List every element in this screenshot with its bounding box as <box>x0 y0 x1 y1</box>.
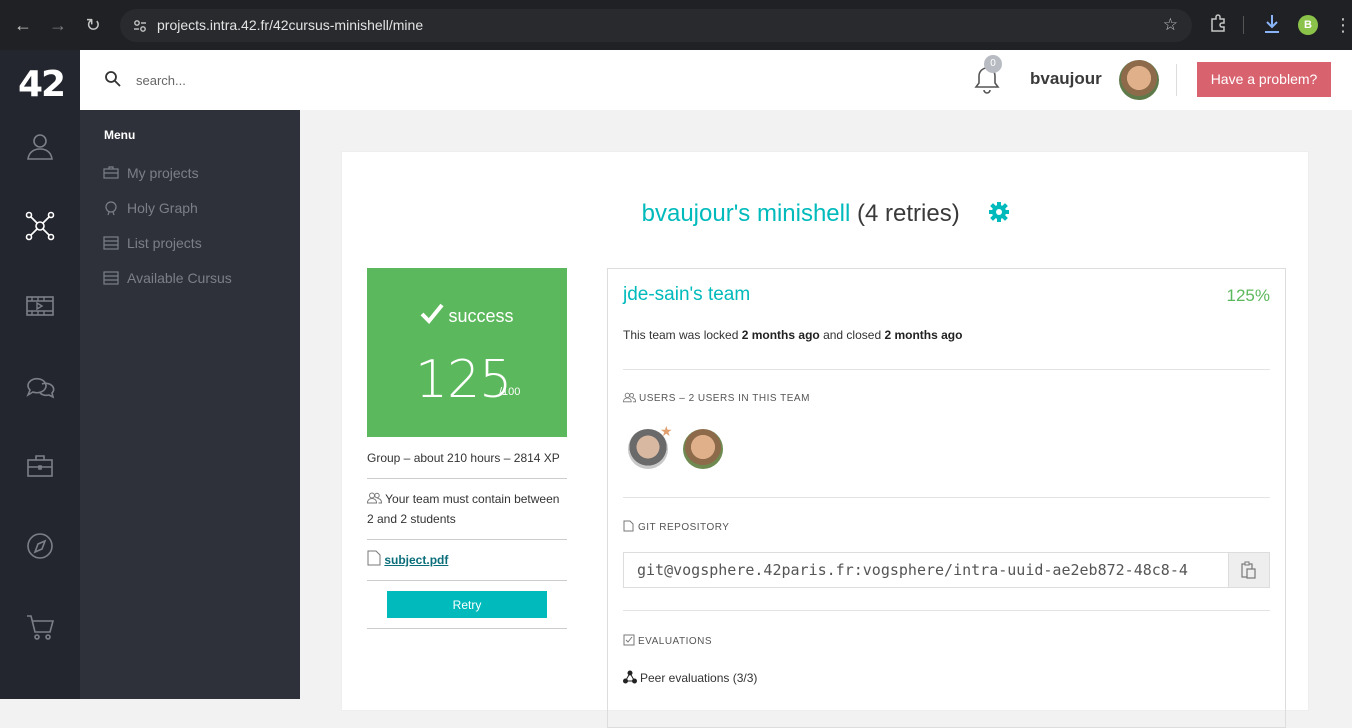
git-repository-url[interactable]: git@vogsphere.42paris.fr:vogsphere/intra… <box>624 553 1229 587</box>
briefcase-icon[interactable] <box>24 450 56 482</box>
team-member-avatar[interactable] <box>683 429 723 469</box>
team-percent: 125% <box>1226 286 1270 305</box>
notification-count-badge: 0 <box>984 55 1002 73</box>
checkbox-icon <box>623 634 635 646</box>
graph-icon <box>105 201 117 216</box>
max-mark: /100 <box>499 386 521 398</box>
chat-icon[interactable] <box>24 370 56 402</box>
search-input[interactable] <box>136 68 436 92</box>
menu-item-label: List projects <box>127 235 202 251</box>
briefcase-icon <box>103 166 119 179</box>
reload-icon[interactable]: ↻ <box>82 14 104 36</box>
leader-star-icon: ★ <box>660 423 673 439</box>
address-bar[interactable]: projects.intra.42.fr/42cursus-minishell/… <box>120 9 1192 42</box>
project-retries: (4 retries) <box>857 200 960 227</box>
download-icon[interactable] <box>1262 13 1282 35</box>
top-header: 0 bvaujour Have a problem? <box>80 50 1352 110</box>
divider <box>367 539 567 540</box>
forward-icon[interactable]: → <box>47 14 69 36</box>
menu-title: Menu <box>104 128 136 142</box>
browser-menu-icon[interactable]: ⋮ <box>1334 14 1352 36</box>
cart-icon[interactable] <box>24 610 56 642</box>
bookmark-star-icon[interactable]: ☆ <box>1163 15 1178 35</box>
team-status: This team was locked 2 months ago and cl… <box>623 328 963 342</box>
file-icon <box>367 550 381 566</box>
final-mark: 125 <box>415 350 512 410</box>
menu-item-label: My projects <box>127 165 199 181</box>
users-icon <box>622 392 637 403</box>
divider <box>367 580 567 581</box>
subject-row: subject.pdf <box>367 550 567 570</box>
video-icon[interactable] <box>24 290 56 322</box>
extensions-icon[interactable] <box>1208 13 1228 33</box>
team-name[interactable]: jde-sain's team <box>623 284 750 306</box>
site-settings-icon[interactable] <box>132 18 148 34</box>
git-repository-field: git@vogsphere.42paris.fr:vogsphere/intra… <box>623 552 1270 588</box>
profile-avatar[interactable]: B <box>1298 15 1318 35</box>
back-icon[interactable]: ← <box>12 14 34 36</box>
users-section-label: USERS – 2 USERS IN THIS TEAM <box>622 392 810 404</box>
git-section-label: GIT REPOSITORY <box>623 520 729 533</box>
clipboard-icon <box>1241 561 1256 579</box>
divider <box>623 497 1270 498</box>
project-title-user: bvaujour's minishell <box>641 200 851 227</box>
logo-42[interactable]: 42 <box>18 64 66 105</box>
user-avatar[interactable] <box>1119 60 1159 100</box>
copy-button[interactable] <box>1228 553 1269 587</box>
toolbar-divider <box>1243 16 1244 34</box>
evaluations-section-label: EVALUATIONS <box>623 634 712 647</box>
subject-pdf-link[interactable]: subject.pdf <box>384 553 448 567</box>
menu-item-label: Available Cursus <box>127 270 232 286</box>
peer-evaluation-icon <box>623 670 637 684</box>
retry-button[interactable]: Retry <box>387 591 547 618</box>
holy-graph-icon[interactable] <box>24 210 56 242</box>
divider <box>367 478 567 479</box>
profile-icon[interactable] <box>24 130 56 162</box>
status-label: success <box>367 302 567 327</box>
header-divider <box>1176 64 1177 96</box>
users-icon <box>366 492 383 504</box>
divider <box>367 628 567 629</box>
final-mark-box: success 125 /100 <box>367 268 567 437</box>
divider <box>623 369 1270 370</box>
page-title: bvaujour's minishell (4 retries) <box>342 200 1310 228</box>
search-icon[interactable] <box>104 70 122 88</box>
compass-icon[interactable] <box>24 530 56 562</box>
url-text: projects.intra.42.fr/42cursus-minishell/… <box>157 17 424 33</box>
side-menu: Menu My projects Holy Graph List project… <box>80 110 300 699</box>
gear-icon[interactable] <box>988 201 1010 223</box>
icon-rail: 42 <box>0 50 80 699</box>
peer-evaluations: Peer evaluations (3/3) <box>623 670 757 685</box>
menu-item-label: Holy Graph <box>127 200 198 216</box>
list-icon <box>103 236 119 250</box>
file-icon <box>623 520 634 532</box>
username[interactable]: bvaujour <box>1030 69 1102 89</box>
project-info: Group – about 210 hours – 2814 XP <box>367 451 560 465</box>
team-size-info: Your team must contain between 2 and 2 s… <box>366 492 560 526</box>
team-panel: jde-sain's team 125% This team was locke… <box>607 268 1286 728</box>
have-a-problem-button[interactable]: Have a problem? <box>1197 62 1331 97</box>
browser-toolbar: ← → ↻ projects.intra.42.fr/42cursus-mini… <box>0 0 1352 50</box>
project-card: bvaujour's minishell (4 retries) success… <box>341 151 1310 728</box>
divider <box>623 610 1270 611</box>
list-icon <box>103 271 119 285</box>
checkmark-icon <box>421 303 445 324</box>
